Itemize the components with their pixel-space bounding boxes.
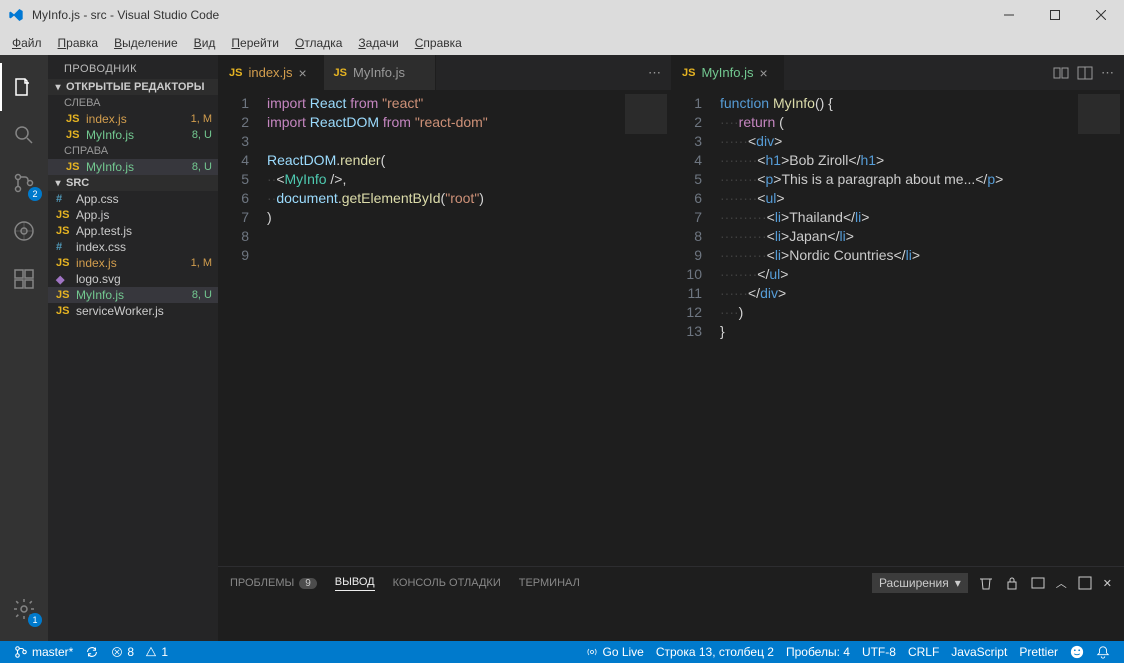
menu-отладка[interactable]: Отладка [287, 34, 350, 52]
menu-выделение[interactable]: Выделение [106, 34, 186, 52]
menu-файл[interactable]: Файл [4, 34, 50, 52]
folder-section[interactable]: ▾SRC [48, 175, 218, 191]
file-row[interactable]: JSindex.js1, M [48, 111, 218, 127]
editor-left[interactable]: 123456789 import React from "react"impor… [219, 90, 671, 566]
editor-area: JSindex.js×JSMyInfo.js ⋯ 123456789 impor… [218, 55, 1124, 641]
file-row[interactable]: #App.css [48, 191, 218, 207]
tab-MyInfo.js[interactable]: JSMyInfo.js [324, 55, 436, 90]
status-bar: master* 8 1 Go Live Строка 13, столбец 2… [0, 641, 1124, 663]
output-channel-dropdown[interactable]: Расширения▾ [872, 573, 968, 593]
open-editors-section[interactable]: ▾ОТКРЫТЫЕ РЕДАКТОРЫ [48, 79, 218, 95]
bottom-panel: ПРОБЛЕМЫ9 ВЫВОД КОНСОЛЬ ОТЛАДКИ ТЕРМИНАЛ… [218, 566, 1124, 641]
language-mode[interactable]: JavaScript [945, 645, 1013, 659]
chevron-up-icon[interactable]: ︿ [1056, 575, 1067, 591]
window-title: MyInfo.js - src - Visual Studio Code [32, 8, 219, 22]
explorer-sidebar: ПРОВОДНИК ▾ОТКРЫТЫЕ РЕДАКТОРЫ СЛЕВА JSin… [48, 55, 218, 641]
group-left-label: СЛЕВА [48, 95, 218, 111]
editor-right[interactable]: 12345678910111213 function MyInfo() {···… [672, 90, 1124, 566]
file-row[interactable]: ◆logo.svg [48, 271, 218, 287]
settings-icon[interactable]: 1 [0, 585, 48, 633]
maximize-button[interactable] [1032, 0, 1078, 30]
clear-output-icon[interactable] [978, 575, 994, 591]
close-tab-icon[interactable]: × [759, 65, 773, 81]
sync-status[interactable] [79, 645, 105, 659]
titlebar: MyInfo.js - src - Visual Studio Code [0, 0, 1124, 30]
tab-actions-right: ⋯ [1043, 55, 1124, 90]
split-icon[interactable] [1077, 65, 1093, 81]
tabs-right: JSMyInfo.js× ⋯ [672, 55, 1124, 90]
tab-actions-left: ⋯ [638, 55, 671, 90]
menubar: ФайлПравкаВыделениеВидПерейтиОтладкаЗада… [0, 30, 1124, 55]
minimize-button[interactable] [986, 0, 1032, 30]
debug-icon[interactable] [0, 207, 48, 255]
branch-status[interactable]: master* [8, 645, 79, 659]
more-icon[interactable]: ⋯ [1101, 65, 1114, 81]
prettier-status[interactable]: Prettier [1013, 645, 1064, 659]
notifications-icon[interactable] [1090, 645, 1116, 659]
editor-group-right: JSMyInfo.js× ⋯ 12345678910111213 functio… [671, 55, 1124, 566]
close-panel-icon[interactable]: ✕ [1103, 577, 1112, 590]
close-button[interactable] [1078, 0, 1124, 30]
vscode-logo-icon [8, 7, 24, 23]
file-row[interactable]: JSMyInfo.js8, U [48, 159, 218, 175]
activity-bar: 2 1 [0, 55, 48, 641]
go-live[interactable]: Go Live [580, 645, 649, 659]
group-right-label: СПРАВА [48, 143, 218, 159]
maximize-panel-icon[interactable] [1077, 575, 1093, 591]
indentation[interactable]: Пробелы: 4 [780, 645, 856, 659]
editor-group-left: JSindex.js×JSMyInfo.js ⋯ 123456789 impor… [218, 55, 671, 566]
chevron-down-icon: ▾ [955, 576, 961, 590]
panel-tab-terminal[interactable]: ТЕРМИНАЛ [519, 577, 580, 589]
tab-index.js[interactable]: JSindex.js× [219, 55, 324, 90]
chevron-down-icon: ▾ [52, 178, 64, 189]
minimap[interactable] [621, 90, 671, 566]
errors-warnings[interactable]: 8 1 [105, 645, 174, 659]
settings-badge: 1 [28, 613, 42, 627]
file-row[interactable]: JSserviceWorker.js [48, 303, 218, 319]
encoding[interactable]: UTF-8 [856, 645, 902, 659]
file-row[interactable]: JSApp.test.js [48, 223, 218, 239]
menu-перейти[interactable]: Перейти [223, 34, 287, 52]
scm-icon[interactable]: 2 [0, 159, 48, 207]
file-row[interactable]: JSindex.js1, M [48, 255, 218, 271]
more-icon[interactable]: ⋯ [648, 65, 661, 81]
minimap[interactable] [1074, 90, 1124, 566]
eol[interactable]: CRLF [902, 645, 945, 659]
file-row[interactable]: #index.css [48, 239, 218, 255]
menu-правка[interactable]: Правка [50, 34, 107, 52]
menu-вид[interactable]: Вид [186, 34, 224, 52]
menu-задачи[interactable]: Задачи [350, 34, 406, 52]
explorer-icon[interactable] [0, 63, 48, 111]
tabs-left: JSindex.js×JSMyInfo.js ⋯ [219, 55, 671, 90]
tab-MyInfo.js[interactable]: JSMyInfo.js× [672, 55, 784, 90]
chevron-down-icon: ▾ [52, 82, 64, 93]
compare-icon[interactable] [1053, 65, 1069, 81]
menu-справка[interactable]: Справка [407, 34, 470, 52]
close-tab-icon[interactable]: × [299, 65, 313, 81]
extensions-icon[interactable] [0, 255, 48, 303]
sidebar-title: ПРОВОДНИК [48, 55, 218, 79]
cursor-position[interactable]: Строка 13, столбец 2 [650, 645, 780, 659]
search-icon[interactable] [0, 111, 48, 159]
lock-scroll-icon[interactable] [1004, 575, 1020, 591]
feedback-icon[interactable] [1064, 645, 1090, 659]
file-row[interactable]: JSMyInfo.js8, U [48, 287, 218, 303]
file-row[interactable]: JSApp.js [48, 207, 218, 223]
file-row[interactable]: JSMyInfo.js8, U [48, 127, 218, 143]
scm-badge: 2 [28, 187, 42, 201]
panel-tab-debug-console[interactable]: КОНСОЛЬ ОТЛАДКИ [393, 577, 501, 589]
panel-tab-problems[interactable]: ПРОБЛЕМЫ9 [230, 577, 317, 589]
open-log-icon[interactable] [1030, 575, 1046, 591]
panel-tab-output[interactable]: ВЫВОД [335, 576, 375, 591]
